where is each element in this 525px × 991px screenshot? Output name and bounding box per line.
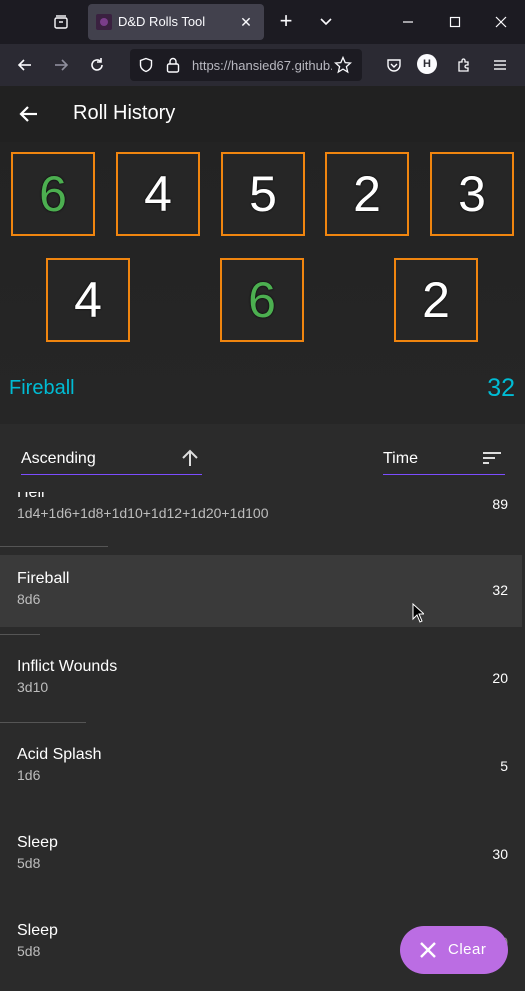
browser-navbar: https://hansied67.github.io H [0, 44, 525, 86]
die-result: 6 [11, 152, 95, 236]
roll-dice: 8d6 [17, 591, 41, 607]
tracking-shield-icon[interactable] [138, 57, 154, 73]
clear-button[interactable]: Clear [400, 926, 508, 974]
browser-tab-active[interactable]: D&D Rolls Tool ✕ [88, 4, 264, 40]
current-roll-name: Fireball [9, 377, 75, 399]
tab-list-icon[interactable] [46, 8, 76, 36]
maximize-icon[interactable] [441, 8, 469, 36]
list-item[interactable]: Acid Splash 1d6 5 [0, 731, 522, 803]
browser-back-icon[interactable] [11, 51, 39, 79]
roll-value: 20 [492, 670, 508, 686]
divider [0, 634, 40, 635]
list-item[interactable]: Sleep 5d8 30 [0, 819, 522, 891]
list-item[interactable]: Hell 1d4+1d6+1d8+1d10+1d12+1d20+1d100 89 [0, 492, 522, 549]
close-icon [420, 942, 436, 958]
roll-name: Fireball [17, 570, 70, 587]
sort-order-select[interactable]: Ascending [21, 448, 202, 475]
new-tab-icon[interactable]: + [272, 8, 300, 36]
die-result: 6 [220, 258, 304, 342]
die-result: 4 [46, 258, 130, 342]
menu-icon[interactable] [486, 51, 514, 79]
arrow-up-icon[interactable] [180, 448, 200, 468]
roll-name: Inflict Wounds [17, 658, 118, 675]
minimize-icon[interactable] [394, 8, 422, 36]
page-title: Roll History [73, 102, 176, 124]
lock-icon[interactable] [166, 57, 180, 73]
roll-history-list: Hell 1d4+1d6+1d8+1d10+1d12+1d20+1d100 89… [0, 492, 525, 991]
divider [0, 546, 108, 547]
list-item[interactable]: Inflict Wounds 3d10 20 [0, 643, 522, 715]
roll-value: 32 [492, 582, 508, 598]
bookmark-star-icon[interactable] [334, 56, 352, 74]
die-result: 4 [116, 152, 200, 236]
reload-icon[interactable] [83, 51, 111, 79]
die-result: 3 [430, 152, 514, 236]
clear-button-label: Clear [448, 941, 487, 958]
url-bar[interactable]: https://hansied67.github.io [130, 49, 362, 81]
sort-order-label: Ascending [21, 450, 96, 467]
divider [0, 722, 86, 723]
sort-icon[interactable] [481, 449, 503, 467]
close-tab-icon[interactable]: ✕ [236, 12, 256, 32]
roll-dice: 5d8 [17, 943, 41, 959]
url-text: https://hansied67.github.io [192, 58, 332, 73]
current-roll-total: 32 [487, 374, 515, 402]
mouse-cursor-icon [412, 603, 424, 623]
roll-dice: 5d8 [17, 855, 41, 871]
sort-field-select[interactable]: Time [383, 450, 505, 475]
close-window-icon[interactable] [487, 8, 515, 36]
app-bar: Roll History [0, 86, 525, 142]
roll-name: Sleep [17, 834, 58, 851]
roll-value: 30 [492, 846, 508, 862]
roll-dice: 1d4+1d6+1d8+1d10+1d12+1d20+1d100 [17, 505, 269, 521]
browser-tabbar: D&D Rolls Tool ✕ + [0, 0, 525, 44]
die-result: 5 [221, 152, 305, 236]
roll-name: Sleep [17, 922, 58, 939]
sort-field-label: Time [383, 450, 418, 467]
tab-title: D&D Rolls Tool [118, 14, 206, 29]
roll-dice: 3d10 [17, 679, 49, 695]
list-item[interactable]: Fireball 8d6 32 [0, 555, 522, 627]
roll-name: Acid Splash [17, 746, 102, 763]
roll-name: Hell [17, 492, 45, 501]
roll-value: 89 [492, 496, 508, 512]
sort-controls: Ascending Time [0, 424, 525, 492]
chevron-down-icon[interactable] [312, 8, 340, 36]
browser-forward-icon[interactable] [47, 51, 75, 79]
back-arrow-icon[interactable] [16, 101, 42, 127]
roll-dice: 1d6 [17, 767, 41, 783]
die-result: 2 [394, 258, 478, 342]
site-favicon-icon [96, 14, 112, 30]
extensions-icon[interactable] [450, 51, 478, 79]
pocket-icon[interactable] [380, 51, 408, 79]
roll-value: 5 [500, 758, 508, 774]
die-result: 2 [325, 152, 409, 236]
account-avatar[interactable]: H [417, 54, 437, 74]
